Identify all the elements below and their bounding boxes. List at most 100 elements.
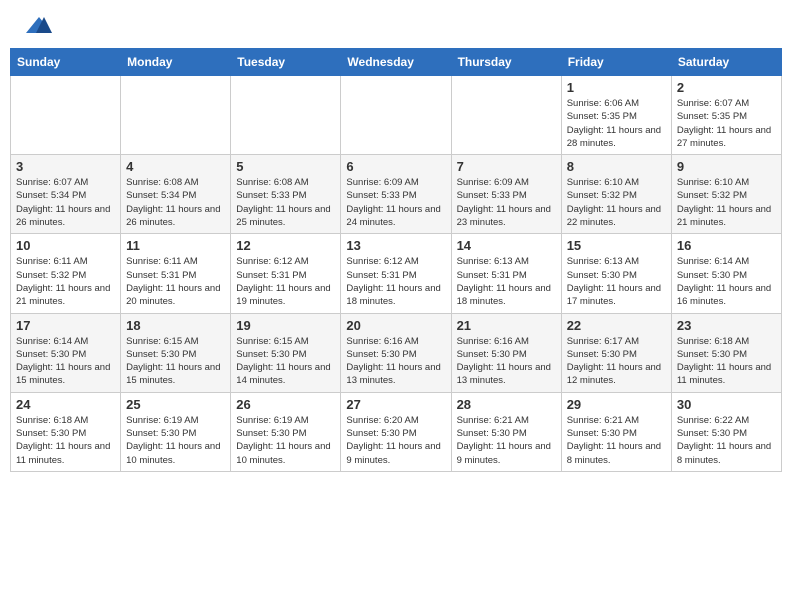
calendar-week-4: 17 Sunrise: 6:14 AM Sunset: 5:30 PM Dayli… — [11, 313, 782, 392]
day-info: Sunrise: 6:19 AM Sunset: 5:30 PM Dayligh… — [236, 414, 335, 467]
day-number: 8 — [567, 159, 666, 174]
calendar-week-1: 1 Sunrise: 6:06 AM Sunset: 5:35 PM Daylig… — [11, 76, 782, 155]
day-number: 12 — [236, 238, 335, 253]
logo-icon — [24, 15, 54, 35]
day-info: Sunrise: 6:19 AM Sunset: 5:30 PM Dayligh… — [126, 414, 225, 467]
day-info: Sunrise: 6:21 AM Sunset: 5:30 PM Dayligh… — [567, 414, 666, 467]
day-number: 17 — [16, 318, 115, 333]
day-info: Sunrise: 6:08 AM Sunset: 5:34 PM Dayligh… — [126, 176, 225, 229]
calendar-week-2: 3 Sunrise: 6:07 AM Sunset: 5:34 PM Daylig… — [11, 155, 782, 234]
calendar-cell: 26 Sunrise: 6:19 AM Sunset: 5:30 PM Dayli… — [231, 392, 341, 471]
calendar-header-friday: Friday — [561, 49, 671, 76]
calendar-cell: 24 Sunrise: 6:18 AM Sunset: 5:30 PM Dayli… — [11, 392, 121, 471]
day-info: Sunrise: 6:06 AM Sunset: 5:35 PM Dayligh… — [567, 97, 666, 150]
day-info: Sunrise: 6:09 AM Sunset: 5:33 PM Dayligh… — [346, 176, 445, 229]
calendar-cell: 27 Sunrise: 6:20 AM Sunset: 5:30 PM Dayli… — [341, 392, 451, 471]
day-number: 6 — [346, 159, 445, 174]
day-number: 4 — [126, 159, 225, 174]
page-header — [10, 10, 782, 40]
calendar-cell: 17 Sunrise: 6:14 AM Sunset: 5:30 PM Dayli… — [11, 313, 121, 392]
day-number: 7 — [457, 159, 556, 174]
calendar-cell: 10 Sunrise: 6:11 AM Sunset: 5:32 PM Dayli… — [11, 234, 121, 313]
calendar-cell — [231, 76, 341, 155]
calendar-cell: 12 Sunrise: 6:12 AM Sunset: 5:31 PM Dayli… — [231, 234, 341, 313]
calendar-header-wednesday: Wednesday — [341, 49, 451, 76]
day-number: 11 — [126, 238, 225, 253]
day-info: Sunrise: 6:22 AM Sunset: 5:30 PM Dayligh… — [677, 414, 776, 467]
day-info: Sunrise: 6:14 AM Sunset: 5:30 PM Dayligh… — [677, 255, 776, 308]
day-number: 1 — [567, 80, 666, 95]
day-info: Sunrise: 6:18 AM Sunset: 5:30 PM Dayligh… — [16, 414, 115, 467]
day-number: 27 — [346, 397, 445, 412]
day-number: 30 — [677, 397, 776, 412]
logo — [20, 15, 54, 35]
day-info: Sunrise: 6:13 AM Sunset: 5:30 PM Dayligh… — [567, 255, 666, 308]
day-info: Sunrise: 6:12 AM Sunset: 5:31 PM Dayligh… — [236, 255, 335, 308]
calendar-week-3: 10 Sunrise: 6:11 AM Sunset: 5:32 PM Dayli… — [11, 234, 782, 313]
calendar-cell: 22Sunrise: 6:17 AM Sunset: 5:30 PM Dayli… — [561, 313, 671, 392]
calendar-header-tuesday: Tuesday — [231, 49, 341, 76]
calendar-cell: 11Sunrise: 6:11 AM Sunset: 5:31 PM Dayli… — [121, 234, 231, 313]
calendar-cell: 7 Sunrise: 6:09 AM Sunset: 5:33 PM Daylig… — [451, 155, 561, 234]
day-number: 14 — [457, 238, 556, 253]
day-number: 19 — [236, 318, 335, 333]
calendar-cell: 3 Sunrise: 6:07 AM Sunset: 5:34 PM Daylig… — [11, 155, 121, 234]
calendar-cell: 16Sunrise: 6:14 AM Sunset: 5:30 PM Dayli… — [671, 234, 781, 313]
calendar-header-row: SundayMondayTuesdayWednesdayThursdayFrid… — [11, 49, 782, 76]
day-number: 26 — [236, 397, 335, 412]
calendar-cell — [121, 76, 231, 155]
calendar-header-monday: Monday — [121, 49, 231, 76]
day-info: Sunrise: 6:09 AM Sunset: 5:33 PM Dayligh… — [457, 176, 556, 229]
day-number: 5 — [236, 159, 335, 174]
day-number: 10 — [16, 238, 115, 253]
calendar-header-sunday: Sunday — [11, 49, 121, 76]
calendar-cell: 23Sunrise: 6:18 AM Sunset: 5:30 PM Dayli… — [671, 313, 781, 392]
day-info: Sunrise: 6:16 AM Sunset: 5:30 PM Dayligh… — [457, 335, 556, 388]
calendar-cell: 4 Sunrise: 6:08 AM Sunset: 5:34 PM Daylig… — [121, 155, 231, 234]
calendar-cell: 5 Sunrise: 6:08 AM Sunset: 5:33 PM Daylig… — [231, 155, 341, 234]
day-info: Sunrise: 6:20 AM Sunset: 5:30 PM Dayligh… — [346, 414, 445, 467]
calendar-cell: 28 Sunrise: 6:21 AM Sunset: 5:30 PM Dayli… — [451, 392, 561, 471]
calendar-cell: 25Sunrise: 6:19 AM Sunset: 5:30 PM Dayli… — [121, 392, 231, 471]
calendar-cell: 9 Sunrise: 6:10 AM Sunset: 5:32 PM Daylig… — [671, 155, 781, 234]
day-number: 28 — [457, 397, 556, 412]
calendar-cell — [451, 76, 561, 155]
calendar-week-5: 24 Sunrise: 6:18 AM Sunset: 5:30 PM Dayli… — [11, 392, 782, 471]
day-info: Sunrise: 6:21 AM Sunset: 5:30 PM Dayligh… — [457, 414, 556, 467]
calendar-cell: 20 Sunrise: 6:16 AM Sunset: 5:30 PM Dayli… — [341, 313, 451, 392]
calendar-cell: 2Sunrise: 6:07 AM Sunset: 5:35 PM Daylig… — [671, 76, 781, 155]
day-number: 2 — [677, 80, 776, 95]
calendar-cell — [11, 76, 121, 155]
calendar-cell: 14 Sunrise: 6:13 AM Sunset: 5:31 PM Dayli… — [451, 234, 561, 313]
calendar-cell: 6 Sunrise: 6:09 AM Sunset: 5:33 PM Daylig… — [341, 155, 451, 234]
day-info: Sunrise: 6:15 AM Sunset: 5:30 PM Dayligh… — [126, 335, 225, 388]
day-info: Sunrise: 6:07 AM Sunset: 5:34 PM Dayligh… — [16, 176, 115, 229]
day-info: Sunrise: 6:16 AM Sunset: 5:30 PM Dayligh… — [346, 335, 445, 388]
calendar-cell: 13Sunrise: 6:12 AM Sunset: 5:31 PM Dayli… — [341, 234, 451, 313]
day-number: 9 — [677, 159, 776, 174]
day-info: Sunrise: 6:17 AM Sunset: 5:30 PM Dayligh… — [567, 335, 666, 388]
day-info: Sunrise: 6:11 AM Sunset: 5:32 PM Dayligh… — [16, 255, 115, 308]
calendar-cell: 8Sunrise: 6:10 AM Sunset: 5:32 PM Daylig… — [561, 155, 671, 234]
day-info: Sunrise: 6:14 AM Sunset: 5:30 PM Dayligh… — [16, 335, 115, 388]
day-number: 24 — [16, 397, 115, 412]
day-number: 21 — [457, 318, 556, 333]
day-number: 23 — [677, 318, 776, 333]
day-info: Sunrise: 6:08 AM Sunset: 5:33 PM Dayligh… — [236, 176, 335, 229]
calendar-cell: 29 Sunrise: 6:21 AM Sunset: 5:30 PM Dayli… — [561, 392, 671, 471]
day-number: 15 — [567, 238, 666, 253]
day-number: 13 — [346, 238, 445, 253]
day-number: 3 — [16, 159, 115, 174]
calendar-cell: 19 Sunrise: 6:15 AM Sunset: 5:30 PM Dayli… — [231, 313, 341, 392]
day-number: 29 — [567, 397, 666, 412]
day-info: Sunrise: 6:15 AM Sunset: 5:30 PM Dayligh… — [236, 335, 335, 388]
day-number: 18 — [126, 318, 225, 333]
calendar-cell: 1 Sunrise: 6:06 AM Sunset: 5:35 PM Daylig… — [561, 76, 671, 155]
day-info: Sunrise: 6:10 AM Sunset: 5:32 PM Dayligh… — [677, 176, 776, 229]
calendar-cell: 30 Sunrise: 6:22 AM Sunset: 5:30 PM Dayli… — [671, 392, 781, 471]
calendar-table: SundayMondayTuesdayWednesdayThursdayFrid… — [10, 48, 782, 472]
day-number: 20 — [346, 318, 445, 333]
calendar-cell: 15 Sunrise: 6:13 AM Sunset: 5:30 PM Dayli… — [561, 234, 671, 313]
calendar-header-saturday: Saturday — [671, 49, 781, 76]
day-info: Sunrise: 6:13 AM Sunset: 5:31 PM Dayligh… — [457, 255, 556, 308]
